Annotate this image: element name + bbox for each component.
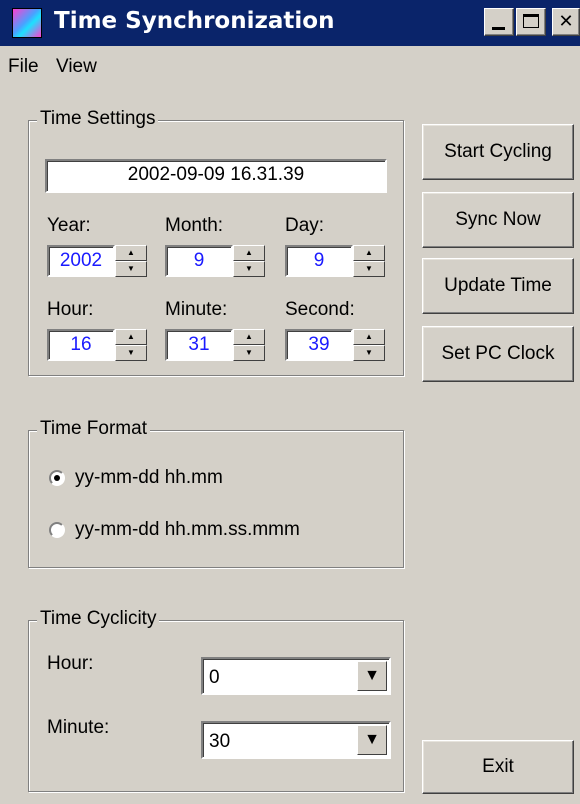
time-cyclicity-group: Time Cyclicity Hour: 0 ▼ Minute: 30 ▼ — [28, 608, 404, 792]
spin-up-icon[interactable]: ▲ — [353, 329, 385, 345]
hour-label: Hour: — [47, 299, 94, 320]
radio-checked-icon[interactable] — [49, 470, 65, 486]
spin-down-icon[interactable]: ▼ — [353, 345, 385, 361]
cyclicity-minute-select[interactable]: 30 ▼ — [201, 721, 391, 759]
month-value[interactable]: 9 — [165, 245, 233, 277]
exit-button[interactable]: Exit — [422, 740, 574, 794]
second-label: Second: — [285, 299, 355, 320]
second-spinner[interactable]: 39 ▲ ▼ — [285, 329, 385, 361]
cyclicity-hour-value: 0 — [209, 667, 220, 688]
set-pc-clock-button[interactable]: Set PC Clock — [422, 326, 574, 382]
year-label: Year: — [47, 215, 91, 236]
spin-up-icon[interactable]: ▲ — [353, 245, 385, 261]
month-label: Month: — [165, 215, 224, 236]
hour-value[interactable]: 16 — [47, 329, 115, 361]
close-button[interactable]: ✕ — [552, 8, 580, 36]
menu-file[interactable]: File — [8, 56, 39, 78]
year-spinner[interactable]: 2002 ▲ ▼ — [47, 245, 147, 277]
format-option-long-label: yy-mm-dd hh.mm.ss.mmm — [75, 519, 300, 540]
spin-down-icon[interactable]: ▼ — [353, 261, 385, 277]
second-value[interactable]: 39 — [285, 329, 353, 361]
menu-view[interactable]: View — [56, 56, 97, 78]
format-option-short-label: yy-mm-dd hh.mm — [75, 467, 223, 488]
sync-now-button[interactable]: Sync Now — [422, 192, 574, 248]
cyclicity-hour-select[interactable]: 0 ▼ — [201, 657, 391, 695]
title-bar[interactable]: Time Synchronization ✕ — [0, 0, 580, 46]
window-title: Time Synchronization — [54, 8, 335, 34]
start-cycling-button[interactable]: Start Cycling — [422, 124, 574, 180]
time-settings-title: Time Settings — [37, 108, 159, 130]
cyclicity-minute-label: Minute: — [47, 717, 110, 738]
minimize-icon — [492, 27, 505, 30]
minimize-button[interactable] — [484, 8, 514, 36]
day-label: Day: — [285, 215, 325, 236]
close-icon: ✕ — [558, 11, 574, 32]
time-format-group: Time Format yy-mm-dd hh.mm yy-mm-dd hh.m… — [28, 418, 404, 568]
day-spinner[interactable]: 9 ▲ ▼ — [285, 245, 385, 277]
time-settings-group: Time Settings 2002-09-09 16.31.39 Year: … — [28, 108, 404, 376]
time-format-title: Time Format — [37, 418, 150, 440]
spin-down-icon[interactable]: ▼ — [115, 345, 147, 361]
hour-spinner[interactable]: 16 ▲ ▼ — [47, 329, 147, 361]
month-spinner[interactable]: 9 ▲ ▼ — [165, 245, 265, 277]
spin-down-icon[interactable]: ▼ — [233, 345, 265, 361]
cyclicity-hour-label: Hour: — [47, 653, 94, 674]
minute-label: Minute: — [165, 299, 228, 320]
app-icon[interactable] — [12, 8, 42, 38]
maximize-button[interactable] — [516, 8, 546, 36]
spin-down-icon[interactable]: ▼ — [233, 261, 265, 277]
dropdown-arrow-icon[interactable]: ▼ — [357, 661, 387, 691]
menu-bar: File View — [0, 50, 580, 82]
year-value[interactable]: 2002 — [47, 245, 115, 277]
spin-up-icon[interactable]: ▲ — [115, 245, 147, 261]
dropdown-arrow-icon[interactable]: ▼ — [357, 725, 387, 755]
radio-unchecked-icon[interactable] — [49, 522, 65, 538]
maximize-icon — [523, 14, 539, 28]
spin-up-icon[interactable]: ▲ — [115, 329, 147, 345]
minute-value[interactable]: 31 — [165, 329, 233, 361]
spin-up-icon[interactable]: ▲ — [233, 245, 265, 261]
datetime-display[interactable]: 2002-09-09 16.31.39 — [45, 159, 387, 193]
time-cyclicity-title: Time Cyclicity — [37, 608, 160, 630]
minute-spinner[interactable]: 31 ▲ ▼ — [165, 329, 265, 361]
spin-up-icon[interactable]: ▲ — [233, 329, 265, 345]
cyclicity-minute-value: 30 — [209, 731, 231, 752]
spin-down-icon[interactable]: ▼ — [115, 261, 147, 277]
day-value[interactable]: 9 — [285, 245, 353, 277]
update-time-button[interactable]: Update Time — [422, 258, 574, 314]
